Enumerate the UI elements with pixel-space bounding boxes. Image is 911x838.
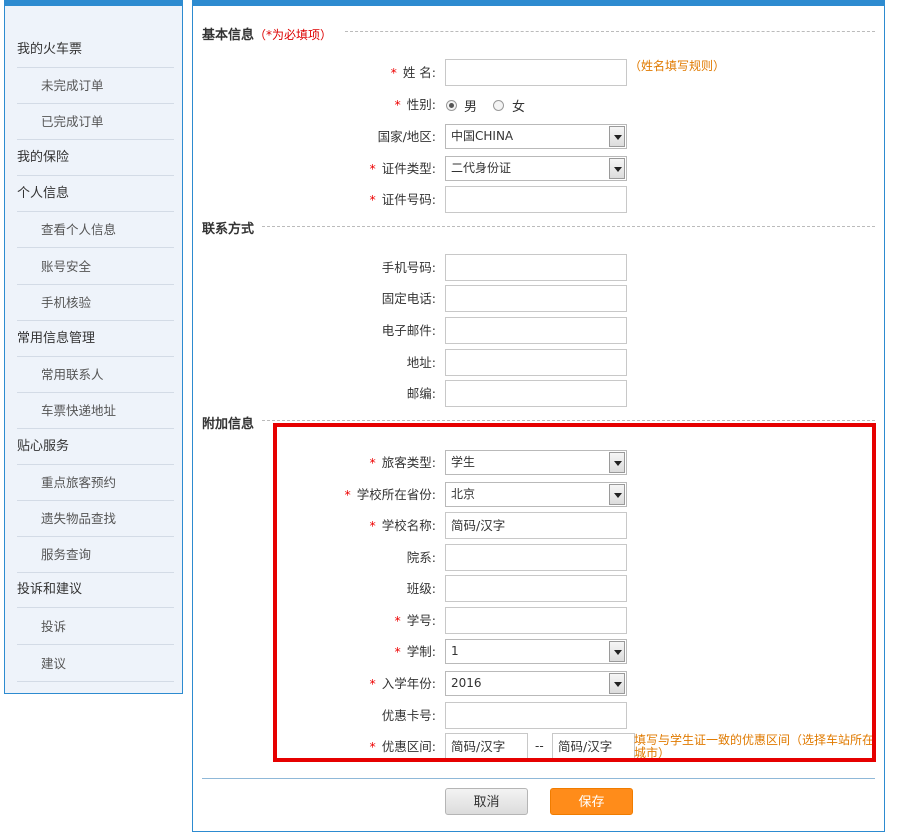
section-title-extra: 附加信息 bbox=[202, 417, 255, 432]
province-select[interactable]: 北京 bbox=[445, 482, 627, 507]
enroll-value: 2016 bbox=[451, 676, 482, 690]
section-divider bbox=[262, 226, 875, 227]
sidebar-item-view-personal-info[interactable]: 查看个人信息 bbox=[17, 212, 174, 248]
country-select[interactable]: 中国CHINA bbox=[445, 124, 627, 149]
idtype-label: * 证件类型: bbox=[369, 161, 436, 176]
passenger-type-select[interactable]: 学生 bbox=[445, 450, 627, 475]
address-label: 地址: bbox=[406, 355, 436, 370]
chevron-down-icon bbox=[609, 484, 625, 505]
school-label: * 学校名称: bbox=[369, 518, 436, 533]
gender-female-label: 女 bbox=[512, 100, 526, 115]
sidebar-item-my-tickets[interactable]: 我的火车票 bbox=[17, 32, 174, 68]
chevron-down-icon bbox=[609, 158, 625, 179]
class-label: 班级: bbox=[406, 581, 436, 596]
student-no-input[interactable] bbox=[445, 607, 627, 634]
sidebar: 我的火车票 未完成订单 已完成订单 我的保险 个人信息 查看个人信息 账号安全 … bbox=[4, 0, 183, 694]
idtype-select-value: 二代身份证 bbox=[451, 161, 512, 175]
province-label: * 学校所在省份: bbox=[344, 487, 436, 502]
required-note: （*为必填项） bbox=[254, 28, 333, 42]
name-rule-link[interactable]: （姓名填写规则） bbox=[629, 60, 725, 73]
name-input[interactable] bbox=[445, 59, 627, 86]
chevron-down-icon bbox=[609, 673, 625, 694]
idtype-select[interactable]: 二代身份证 bbox=[445, 156, 627, 181]
enroll-label: * 入学年份: bbox=[369, 676, 436, 691]
phone-label: 固定电话: bbox=[381, 291, 436, 306]
country-select-value: 中国CHINA bbox=[451, 129, 514, 143]
dept-input[interactable] bbox=[445, 544, 627, 571]
country-label: 国家/地区: bbox=[377, 129, 436, 144]
sidebar-item-delivery-address[interactable]: 车票快递地址 bbox=[17, 393, 174, 429]
section-title-contact: 联系方式 bbox=[202, 222, 255, 237]
email-label: 电子邮件: bbox=[381, 323, 436, 338]
zip-label: 邮编: bbox=[406, 386, 436, 401]
sidebar-item-finished-orders[interactable]: 已完成订单 bbox=[17, 104, 174, 140]
chevron-down-icon bbox=[609, 452, 625, 473]
chevron-down-icon bbox=[609, 641, 625, 662]
sidebar-item-unfinished-orders[interactable]: 未完成订单 bbox=[17, 68, 174, 104]
enroll-select[interactable]: 2016 bbox=[445, 671, 627, 696]
gender-male-radio[interactable] bbox=[446, 100, 457, 111]
sidebar-item-complaint[interactable]: 投诉 bbox=[17, 609, 174, 645]
school-input[interactable]: 简码/汉字 bbox=[445, 512, 627, 539]
form-divider bbox=[202, 778, 875, 779]
sidebar-item-common-info[interactable]: 常用信息管理 bbox=[17, 321, 174, 357]
section-divider bbox=[345, 31, 875, 32]
range-label: * 优惠区间: bbox=[369, 739, 436, 754]
mobile-input[interactable] bbox=[445, 254, 627, 281]
student-no-label: * 学号: bbox=[394, 613, 436, 628]
chevron-down-icon bbox=[609, 126, 625, 147]
cancel-button[interactable]: 取消 bbox=[445, 788, 528, 815]
idnum-label: * 证件号码: bbox=[369, 192, 436, 207]
sidebar-item-lost-items[interactable]: 遗失物品查找 bbox=[17, 501, 174, 537]
idnum-input[interactable] bbox=[445, 186, 627, 213]
duration-select[interactable]: 1 bbox=[445, 639, 627, 664]
passenger-type-label: * 旅客类型: bbox=[369, 455, 436, 470]
card-label: 优惠卡号: bbox=[381, 708, 436, 723]
sidebar-item-suggestion[interactable]: 建议 bbox=[17, 646, 174, 682]
phone-input[interactable] bbox=[445, 285, 627, 312]
passenger-type-value: 学生 bbox=[451, 455, 476, 469]
sidebar-item-my-insurance[interactable]: 我的保险 bbox=[17, 140, 174, 176]
sidebar-item-services[interactable]: 贴心服务 bbox=[17, 429, 174, 465]
range-to-input[interactable]: 简码/汉字 bbox=[552, 733, 635, 760]
dept-label: 院系: bbox=[406, 550, 436, 565]
province-value: 北京 bbox=[451, 487, 476, 501]
sidebar-item-complaints[interactable]: 投诉和建议 bbox=[17, 572, 174, 608]
card-input[interactable] bbox=[445, 702, 627, 729]
section-title-basic: 基本信息（*为必填项） bbox=[202, 24, 332, 43]
gender-label: * 性别: bbox=[394, 97, 436, 112]
sidebar-item-key-passenger[interactable]: 重点旅客预约 bbox=[17, 465, 174, 501]
range-from-input[interactable]: 简码/汉字 bbox=[445, 733, 528, 760]
address-input[interactable] bbox=[445, 349, 627, 376]
gender-female-radio[interactable] bbox=[493, 100, 504, 111]
section-title-basic-text: 基本信息 bbox=[202, 28, 255, 43]
email-input[interactable] bbox=[445, 317, 627, 344]
sidebar-item-service-query[interactable]: 服务查询 bbox=[17, 537, 174, 573]
save-button[interactable]: 保存 bbox=[550, 788, 633, 815]
mobile-label: 手机号码: bbox=[381, 260, 436, 275]
sidebar-item-personal-info[interactable]: 个人信息 bbox=[17, 176, 174, 212]
name-label: * 姓 名: bbox=[390, 65, 436, 80]
sidebar-item-account-security[interactable]: 账号安全 bbox=[17, 249, 174, 285]
gender-male-label: 男 bbox=[464, 100, 478, 115]
zip-input[interactable] bbox=[445, 380, 627, 407]
range-hint: 填写与学生证一致的优惠区间（选择车站所在城市） bbox=[634, 733, 875, 760]
section-divider bbox=[262, 420, 875, 421]
sidebar-item-phone-verify[interactable]: 手机核验 bbox=[17, 285, 174, 321]
range-separator: -- bbox=[535, 739, 544, 753]
duration-label: * 学制: bbox=[394, 644, 436, 659]
duration-value: 1 bbox=[451, 644, 459, 658]
sidebar-item-contacts[interactable]: 常用联系人 bbox=[17, 357, 174, 393]
class-input[interactable] bbox=[445, 575, 627, 602]
